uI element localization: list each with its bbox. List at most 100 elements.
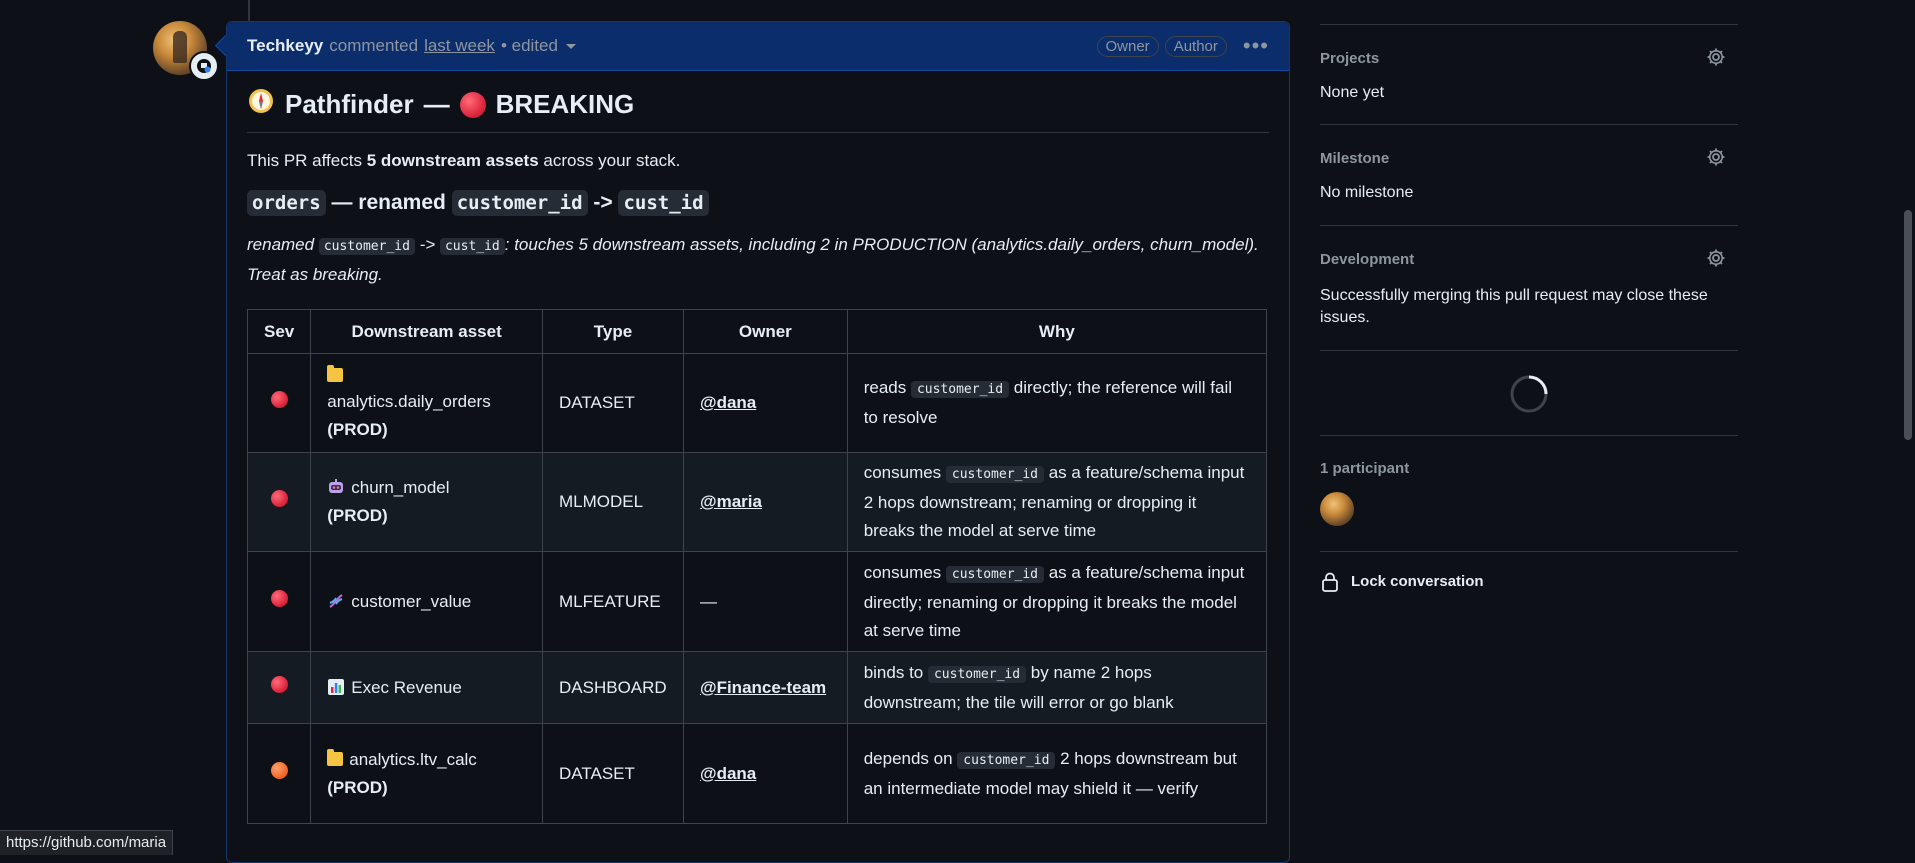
type-cell: DASHBOARD — [542, 651, 684, 724]
red-circle-icon — [270, 675, 288, 693]
gear-icon[interactable] — [1706, 47, 1726, 67]
summary-arrow: -> — [414, 235, 440, 254]
owner-link[interactable]: @dana — [700, 393, 756, 412]
lock-conversation-label: Lock conversation — [1351, 573, 1484, 590]
sev-cell — [246, 452, 312, 552]
table-row: analytics.daily_orders (PROD) DATASET @d… — [246, 353, 1268, 453]
summary-new-col: cust_id — [439, 238, 505, 255]
bar-chart-icon — [327, 677, 345, 695]
downstream-assets-table: Sev Downstream asset Type Owner Why anal… — [246, 309, 1268, 824]
why-code: customer_id — [910, 381, 1010, 398]
change-new-col: cust_id — [618, 190, 709, 216]
sidebar-loading — [1320, 351, 1738, 436]
why-code: customer_id — [945, 466, 1044, 483]
comment-header: Techkeyy commented last week • edited Ow… — [227, 22, 1289, 71]
owner-link[interactable]: @maria — [700, 492, 762, 511]
scrollbar-thumb[interactable] — [1904, 210, 1912, 440]
github-app-badge-icon — [189, 51, 219, 81]
table-row: Exec Revenue DASHBOARD @Finance-team bin… — [246, 651, 1268, 724]
asset-cell: analytics.daily_orders (PROD) — [310, 353, 544, 453]
loading-spinner-icon — [1510, 375, 1548, 413]
asset-name: Exec Revenue — [351, 677, 462, 697]
change-arrow: -> — [587, 191, 619, 214]
intro-prefix: This PR affects — [247, 151, 367, 170]
owner-cell: @Finance-team — [683, 651, 848, 724]
why-pre: reads — [863, 378, 911, 397]
col-asset: Downstream asset — [310, 309, 544, 354]
summary-old-col: customer_id — [318, 238, 415, 255]
gear-icon[interactable] — [1706, 147, 1726, 167]
comment-time[interactable]: last week — [424, 36, 495, 56]
comment-author[interactable]: Techkeyy — [247, 36, 323, 56]
why-cell: reads customer_id directly; the referenc… — [846, 353, 1268, 453]
sidebar-lock[interactable]: Lock conversation — [1320, 552, 1738, 612]
prod-label: (PROD) — [327, 506, 388, 525]
change-old-col: customer_id — [451, 190, 588, 216]
why-cell: binds to customer_id by name 2 hops down… — [846, 651, 1268, 724]
kebab-menu-icon[interactable]: ••• — [1243, 33, 1269, 59]
owner-badge: Owner — [1096, 35, 1159, 57]
asset-cell: analytics.ltv_calc (PROD) — [310, 723, 544, 824]
edited-label[interactable]: • edited — [501, 36, 576, 56]
asset-cell: customer_value — [310, 551, 544, 652]
sev-cell — [246, 551, 312, 652]
sidebar-development: Development Successfully merging this pu… — [1320, 226, 1738, 351]
sev-cell — [246, 723, 312, 824]
type-cell: DATASET — [542, 353, 684, 453]
col-sev: Sev — [246, 309, 312, 354]
comment-body: Pathfinder — BREAKING This PR affects 5 … — [227, 87, 1289, 824]
change-table: orders — [247, 190, 326, 216]
page-scrollbar[interactable] — [1900, 0, 1915, 855]
owner-cell: — — [683, 551, 848, 652]
folder-icon — [327, 748, 344, 766]
comment-heading: Pathfinder — BREAKING — [247, 87, 1269, 133]
status-bar-url: https://github.com/maria — [0, 830, 174, 855]
why-cell: consumes customer_id as a feature/schema… — [846, 452, 1268, 552]
asset-cell: churn_model (PROD) — [310, 452, 544, 552]
why-code: customer_id — [927, 665, 1027, 683]
why-pre: binds to — [863, 662, 928, 682]
asset-name: analytics.ltv_calc — [349, 749, 477, 769]
participant-avatar[interactable] — [1320, 492, 1354, 526]
why-code: customer_id — [957, 751, 1056, 769]
gear-icon[interactable] — [1706, 248, 1726, 268]
why-code: customer_id — [945, 565, 1044, 583]
sev-cell — [246, 651, 312, 724]
author-badge: Author — [1164, 35, 1227, 57]
comment-action: commented — [329, 36, 419, 55]
heading-name: Pathfinder — [285, 89, 414, 119]
intro-count: 5 downstream assets — [366, 151, 539, 170]
asset-name: churn_model — [351, 478, 450, 497]
intro-suffix: across your stack. — [538, 151, 681, 170]
development-label: Development — [1320, 251, 1415, 268]
compass-icon — [247, 87, 275, 122]
owner-cell: @dana — [683, 353, 848, 453]
owner-link[interactable]: @Finance-team — [700, 678, 826, 697]
orange-circle-icon — [270, 761, 288, 779]
owner-link[interactable]: @dana — [700, 764, 756, 783]
col-why: Why — [846, 309, 1268, 354]
sidebar-projects: Projects None yet — [1320, 25, 1738, 125]
author-avatar[interactable] — [153, 21, 219, 81]
sidebar-milestone: Milestone No milestone — [1320, 125, 1738, 226]
lock-icon — [1322, 572, 1338, 592]
asset-cell: Exec Revenue — [310, 651, 544, 724]
sev-cell — [246, 353, 312, 453]
change-heading: orders — renamed customer_id -> cust_id — [247, 190, 1269, 216]
milestone-label: Milestone — [1320, 150, 1390, 167]
prod-label: (PROD) — [327, 420, 388, 439]
why-pre: depends on — [863, 748, 958, 768]
development-value: Successfully merging this pull request m… — [1320, 287, 1708, 326]
why-pre: consumes — [863, 463, 946, 482]
why-cell: depends on customer_id 2 hops downstream… — [846, 723, 1268, 824]
change-dash: — renamed — [325, 191, 452, 214]
participants-label: 1 participant — [1320, 460, 1410, 477]
edited-text: • edited — [500, 36, 558, 55]
table-row: churn_model (PROD) MLMODEL @maria consum… — [246, 452, 1268, 552]
why-pre: consumes — [863, 562, 946, 582]
sidebar-participants: 1 participant — [1320, 436, 1738, 552]
robot-icon — [327, 477, 345, 495]
type-cell: DATASET — [542, 723, 684, 824]
pr-sidebar: Projects None yet Milestone No milestone… — [1320, 0, 1738, 612]
col-owner: Owner — [683, 309, 848, 354]
